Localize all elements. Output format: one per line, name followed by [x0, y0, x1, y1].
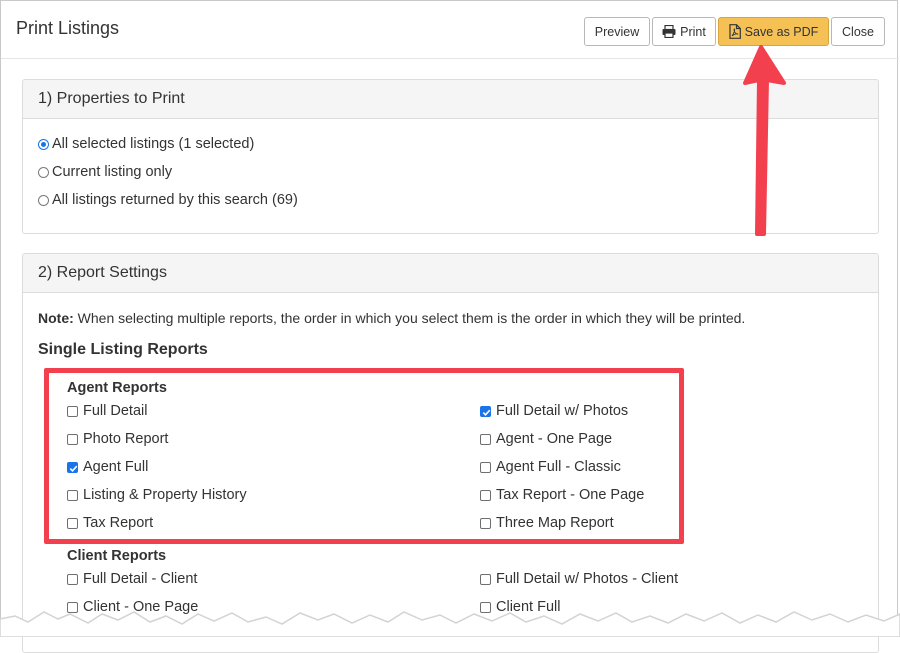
radio-all-returned[interactable]: All listings returned by this search (69… [38, 192, 298, 208]
checkbox-icon[interactable] [480, 573, 491, 585]
annotation-arrow [743, 45, 786, 236]
checkbox-label: Full Detail w/ Photos - Client [496, 571, 679, 587]
pdf-file-icon [729, 24, 741, 39]
radio-label: All listings returned by this search (69… [52, 192, 298, 208]
radio-label: All selected listings (1 selected) [52, 136, 255, 152]
radio-icon[interactable] [38, 166, 49, 178]
printer-icon [662, 25, 676, 38]
radio-current-listing[interactable]: Current listing only [38, 164, 172, 180]
note-text: When selecting multiple reports, the ord… [73, 310, 746, 326]
report-order-note: Note: When selecting multiple reports, t… [38, 310, 745, 326]
save-as-pdf-label: Save as PDF [744, 24, 819, 39]
preview-label: Preview [594, 24, 640, 39]
dialog-title: Print Listings [16, 18, 120, 38]
save-as-pdf-button[interactable]: Save as PDF [718, 17, 829, 46]
radio-label: Current listing only [52, 164, 173, 180]
agent-reports-highlight-box [44, 368, 684, 544]
preview-button[interactable]: Preview [584, 17, 650, 46]
checkbox-full-detail-client[interactable]: Full Detail - Client [67, 571, 197, 587]
print-button[interactable]: Print [652, 17, 716, 46]
radio-all-selected[interactable]: All selected listings (1 selected) [38, 136, 254, 152]
report-settings-heading: 2) Report Settings [23, 254, 878, 293]
close-button[interactable]: Close [831, 17, 885, 46]
radio-icon[interactable] [38, 194, 49, 206]
close-label: Close [842, 24, 874, 39]
checkbox-icon[interactable] [67, 573, 78, 585]
client-reports-title: Client Reports [67, 548, 167, 564]
note-label: Note: [38, 310, 74, 326]
checkbox-label: Full Detail - Client [83, 571, 198, 587]
checkbox-full-detail-photos-client[interactable]: Full Detail w/ Photos - Client [480, 571, 678, 587]
radio-icon-selected[interactable] [38, 138, 49, 150]
torn-edge [0, 611, 900, 637]
print-label: Print [680, 24, 706, 39]
single-listing-reports-title: Single Listing Reports [38, 341, 208, 358]
